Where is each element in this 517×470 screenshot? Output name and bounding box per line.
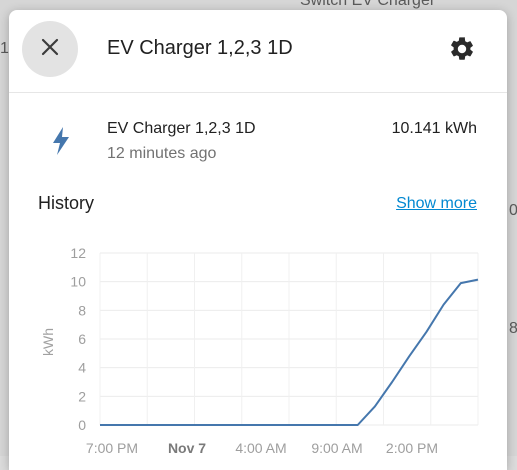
y-tick-label: 2 [78, 388, 86, 404]
history-chart: 0 2 4 6 8 10 12 7:00 PM Nov 7 4:00 AM 9:00 AM 2:00… [40, 245, 479, 456]
y-axis-ticks: 0 2 4 6 8 10 12 [70, 245, 86, 433]
y-tick-label: 0 [78, 417, 86, 433]
y-tick-label: 6 [78, 331, 86, 347]
y-tick-label: 12 [70, 245, 86, 261]
y-tick-label: 8 [78, 302, 86, 318]
close-button[interactable] [22, 21, 78, 77]
y-axis-label: kWh [40, 328, 56, 356]
x-tick-label: 7:00 PM [86, 440, 138, 456]
x-tick-label: 2:00 PM [386, 440, 438, 456]
x-axis-ticks: 7:00 PM Nov 7 4:00 AM 9:00 AM 2:00 PM [86, 440, 438, 456]
settings-button[interactable] [445, 34, 479, 68]
entity-state: 10.141 kWh [391, 120, 477, 137]
background-switch-label: Switch EV Charger [300, 0, 436, 9]
entity-last-changed: 12 minutes ago [107, 145, 217, 162]
y-tick-label: 10 [70, 274, 86, 290]
x-tick-label: 9:00 AM [311, 440, 362, 456]
background-fragment-left: 1 [0, 40, 9, 57]
close-icon [40, 37, 60, 62]
y-tick-label: 4 [78, 360, 86, 376]
dialog-header: EV Charger 1,2,3 1D [9, 10, 507, 93]
background-fragment-right: 8 [509, 320, 517, 337]
lightning-bolt-icon [49, 126, 73, 161]
x-tick-label: Nov 7 [168, 440, 206, 456]
background-fragment-right: 0 [509, 202, 517, 219]
show-more-link[interactable]: Show more [396, 195, 477, 213]
entity-name: EV Charger 1,2,3 1D [107, 120, 256, 137]
dialog-title: EV Charger 1,2,3 1D [107, 37, 293, 59]
entity-row: EV Charger 1,2,3 1D 12 minutes ago 10.14… [9, 110, 507, 170]
gear-icon [448, 35, 476, 68]
x-tick-label: 4:00 AM [235, 440, 286, 456]
history-title: History [38, 193, 95, 213]
more-info-dialog: EV Charger 1,2,3 1D EV Charger 1,2,3 1D … [9, 10, 507, 470]
